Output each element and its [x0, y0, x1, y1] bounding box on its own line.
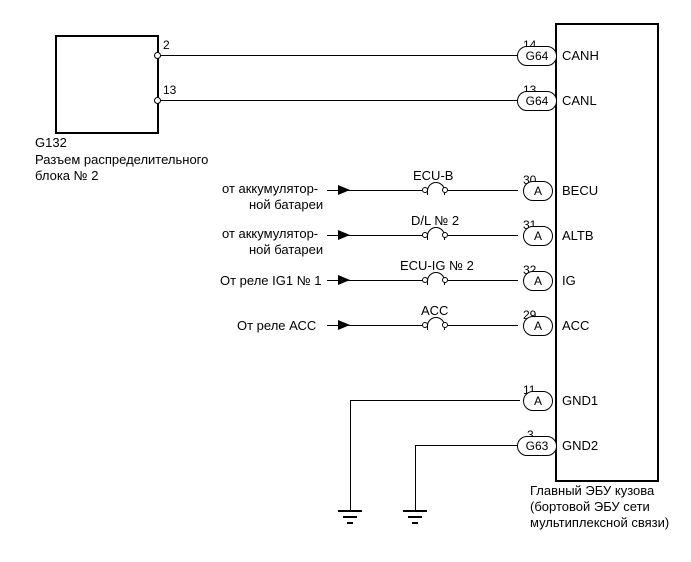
connector-pill: A	[523, 316, 553, 336]
ground-icon	[338, 510, 362, 512]
ground-icon	[412, 522, 418, 524]
fuse-label: ECU-IG № 2	[400, 258, 474, 273]
connector-pill: A	[523, 181, 553, 201]
source-label: ной батареи	[249, 242, 323, 257]
wire	[160, 100, 517, 101]
arrow-icon	[338, 320, 350, 330]
pin-number: 2	[163, 38, 170, 52]
ground-icon	[403, 510, 427, 512]
signal-name: GND2	[562, 438, 598, 453]
source-label: ной батареи	[249, 197, 323, 212]
connector-pill: G63	[517, 436, 557, 456]
fuse-icon	[422, 185, 448, 195]
fuse-label: ECU-B	[413, 168, 453, 183]
wire	[448, 235, 518, 236]
source-label: От реле IG1 № 1	[220, 273, 322, 288]
signal-name: BECU	[562, 183, 598, 198]
connector-label: A	[534, 319, 542, 333]
signal-name: GND1	[562, 393, 598, 408]
block-desc: блока № 2	[35, 168, 98, 183]
source-label: От реле АСС	[237, 318, 316, 333]
arrow-icon	[338, 230, 350, 240]
ecu-title: Главный ЭБУ кузова	[530, 483, 654, 498]
signal-name: IG	[562, 273, 576, 288]
connector-pill: G64	[517, 46, 557, 66]
ecu-title: мультиплексной связи)	[530, 515, 669, 530]
block-desc: Разъем распределительного	[35, 152, 208, 167]
fuse-label: ACC	[421, 303, 448, 318]
wire	[350, 400, 520, 401]
connector-pill: A	[523, 391, 553, 411]
fuse-icon	[422, 230, 448, 240]
connector-pill: A	[523, 226, 553, 246]
wire	[448, 280, 518, 281]
signal-name: ACC	[562, 318, 589, 333]
ground-icon	[343, 516, 357, 518]
connector-label: A	[534, 229, 542, 243]
connector-pill: A	[523, 271, 553, 291]
block-id: G132	[35, 135, 67, 150]
arrow-icon	[338, 275, 350, 285]
pin-number: 13	[163, 83, 176, 97]
connector-label: A	[534, 394, 542, 408]
connector-label: G64	[526, 49, 549, 63]
wire	[160, 55, 517, 56]
connector-pill: G64	[517, 91, 557, 111]
wire	[448, 325, 518, 326]
arrow-icon	[338, 185, 350, 195]
connector-label: A	[534, 274, 542, 288]
wire	[415, 445, 518, 446]
distribution-block	[55, 35, 159, 134]
source-label: от аккумулятор-	[222, 181, 318, 196]
connector-label: G63	[526, 439, 549, 453]
wire	[350, 400, 351, 510]
ground-icon	[408, 516, 422, 518]
fuse-label: D/L № 2	[411, 213, 459, 228]
wire	[415, 445, 416, 510]
main-ecu-box	[555, 23, 659, 482]
fuse-icon	[422, 275, 448, 285]
signal-name: CANL	[562, 93, 597, 108]
ground-icon	[347, 522, 353, 524]
source-label: от аккумулятор-	[222, 226, 318, 241]
signal-name: CANH	[562, 48, 599, 63]
signal-name: ALTB	[562, 228, 594, 243]
fuse-icon	[422, 320, 448, 330]
connector-label: A	[534, 184, 542, 198]
ecu-title: (бортовой ЭБУ сети	[530, 499, 650, 514]
connector-label: G64	[526, 94, 549, 108]
wire	[448, 190, 518, 191]
